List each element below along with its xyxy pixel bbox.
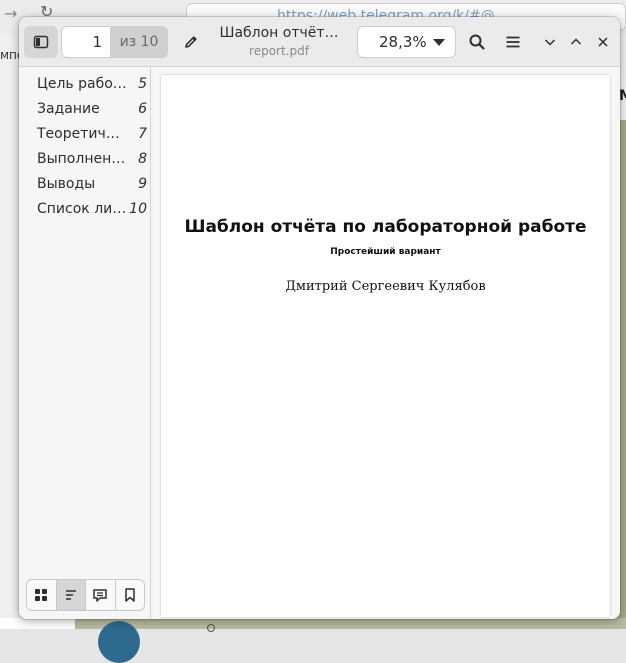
pdf-page[interactable]: Шаблон отчёта по лабораторной работе Про… [161, 75, 610, 617]
outline-list: Цель работы 5 Задание 6 Теоретиче… 7 Вып… [19, 67, 150, 217]
outline-icon [65, 590, 76, 600]
background-bottom-strip [0, 618, 626, 629]
outline-item[interactable]: Цель работы 5 [19, 72, 150, 97]
minimize-button[interactable] [539, 31, 561, 53]
sidebar-view-switcher [26, 579, 145, 611]
document-filename: report.pdf [249, 44, 309, 58]
outline-item-label: Выводы [37, 176, 96, 192]
chevron-up-icon [570, 38, 582, 45]
main-menu-button[interactable] [496, 26, 530, 58]
hamburger-menu-icon [506, 36, 520, 48]
tab-annotations[interactable] [86, 580, 116, 610]
outline-item-page: 7 [138, 126, 147, 142]
page-number-input[interactable]: 1 [61, 26, 111, 58]
sidebar-toggle-button[interactable] [24, 26, 58, 58]
tab-bookmarks[interactable] [116, 580, 145, 610]
outline-item-label: Выполнени… [37, 151, 127, 167]
header-bar: 1 из 10 Шаблон отчёт… report.pdf 28,3% [19, 17, 620, 67]
outline-item-page: 6 [138, 101, 147, 117]
search-icon [469, 34, 485, 50]
bookmarks-icon [125, 588, 135, 602]
sidebar-icon [33, 35, 49, 49]
outline-item[interactable]: Задание 6 [19, 97, 150, 122]
outline-item[interactable]: Выполнени… 8 [19, 147, 150, 172]
close-button[interactable] [592, 31, 614, 53]
maximize-button[interactable] [565, 31, 587, 53]
outline-item-page: 10 [129, 201, 147, 217]
annotations-icon [93, 589, 107, 602]
page-heading: Шаблон отчёта по лабораторной работе [184, 217, 587, 237]
tab-outline[interactable] [56, 580, 86, 610]
outline-item-label: Теоретиче… [37, 126, 127, 142]
outline-item-page: 8 [138, 151, 147, 167]
caret-down-icon [433, 39, 445, 46]
background-dot-icon [207, 624, 215, 632]
page-author: Дмитрий Сергеевич Кулябов [285, 279, 486, 294]
thumbnails-icon [35, 589, 48, 601]
tab-thumbnails[interactable] [27, 580, 57, 610]
outline-item-label: Задание [37, 101, 100, 117]
chevron-down-icon [544, 39, 556, 46]
outline-item[interactable]: Теоретиче… 7 [19, 122, 150, 147]
outline-item-page: 9 [138, 176, 147, 192]
zoom-value: 28,3% [379, 33, 427, 51]
page-subheading: Простейший вариант [330, 247, 441, 257]
sidebar: Цель работы 5 Задание 6 Теоретиче… 7 Вып… [19, 67, 151, 619]
page-count-label: из 10 [110, 26, 168, 58]
close-icon [598, 37, 608, 47]
zoom-dropdown[interactable]: 28,3% [357, 26, 456, 58]
outline-item-label: Цель работы [37, 76, 127, 92]
document-title: Шаблон отчёт… [219, 25, 339, 41]
back-arrow-icon[interactable]: → [4, 4, 17, 23]
background-bottom-white [0, 618, 75, 629]
background-header-letter: M [619, 88, 626, 104]
pencil-icon [185, 36, 197, 48]
outline-item[interactable]: Список лит… 10 [19, 197, 150, 222]
avatar[interactable] [98, 621, 140, 663]
outline-item-page: 5 [138, 76, 147, 92]
outline-item-label: Список лит… [37, 201, 127, 217]
outline-item[interactable]: Выводы 9 [19, 172, 150, 197]
search-button[interactable] [460, 26, 494, 58]
annotate-button[interactable] [174, 26, 208, 58]
document-title-block: Шаблон отчёт… report.pdf [215, 23, 343, 59]
document-view[interactable]: Шаблон отчёта по лабораторной работе Про… [151, 67, 620, 619]
pdf-viewer-window: 1 из 10 Шаблон отчёт… report.pdf 28,3% Ц… [19, 17, 620, 619]
